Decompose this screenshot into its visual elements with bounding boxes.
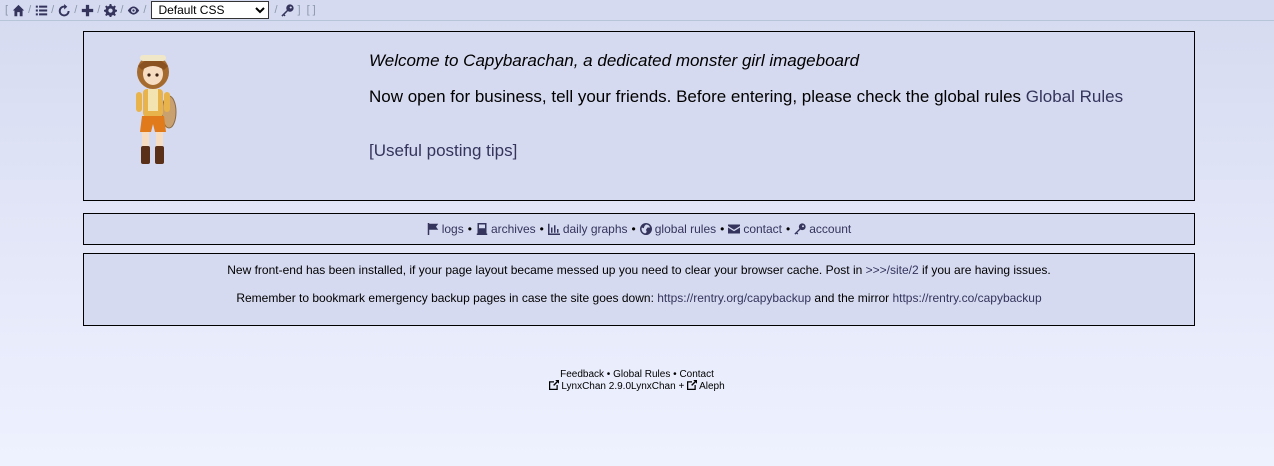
list-icon[interactable] <box>34 3 48 17</box>
aleph-label: Aleph <box>699 381 725 392</box>
bullet-separator: • <box>606 369 611 380</box>
css-theme-select[interactable]: Default CSS <box>151 1 270 19</box>
eye-icon[interactable] <box>126 3 140 17</box>
bullet-separator: • <box>631 222 636 236</box>
footer-links-row: Feedback • Global Rules • Contact <box>0 369 1274 380</box>
global-rules-link[interactable]: Global Rules <box>1026 87 1123 106</box>
aleph-link[interactable]: Aleph <box>687 380 725 392</box>
lynxchan-label: LynxChan 2.9.0LynxChan <box>561 381 676 392</box>
news-text: New front-end has been installed, if you… <box>227 263 866 277</box>
welcome-panel: Welcome to Capybarachan, a dedicated mon… <box>83 31 1195 201</box>
empty-brackets: [ ] <box>306 4 316 16</box>
separator: / <box>51 4 55 16</box>
footer-engine-row: LynxChan 2.9.0LynxChan + Aleph <box>0 380 1274 392</box>
chart-icon <box>547 223 560 235</box>
welcome-title: Welcome to Capybarachan, a dedicated mon… <box>369 51 860 70</box>
open-bracket: [ <box>5 4 9 16</box>
archive-icon <box>476 223 488 235</box>
news-text: Remember to bookmark emergency backup pa… <box>236 291 658 305</box>
external-link-icon <box>687 380 698 390</box>
account-label: account <box>809 222 852 236</box>
backup-link[interactable]: https://rentry.org/capybackup <box>657 291 811 305</box>
global-rules-label: global rules <box>654 222 717 236</box>
key-icon <box>794 223 806 235</box>
separator: / <box>28 4 32 16</box>
news-cache-message: New front-end has been installed, if you… <box>84 263 1194 277</box>
global-rules-nav-link[interactable]: global rules <box>639 222 717 236</box>
bullet-separator: • <box>720 222 725 236</box>
envelope-icon <box>728 224 741 234</box>
news-text: and the mirror <box>811 291 893 305</box>
close-bracket: ] <box>297 4 301 16</box>
archives-link[interactable]: archives <box>476 222 536 236</box>
news-panel: New front-end has been installed, if you… <box>83 253 1195 326</box>
separator: / <box>74 4 78 16</box>
archives-label: archives <box>490 222 536 236</box>
posting-tips-link[interactable]: [Useful posting tips] <box>369 141 517 160</box>
gear-icon[interactable] <box>103 3 117 17</box>
site-links-panel: logs • archives • daily graphs • global … <box>83 213 1195 245</box>
bullet-separator: • <box>539 222 544 236</box>
welcome-message: Now open for business, tell your friends… <box>369 87 1123 107</box>
key-icon[interactable] <box>281 3 295 17</box>
separator: / <box>274 4 278 16</box>
contact-label: contact <box>743 222 783 236</box>
globe-icon <box>639 223 652 235</box>
daily-graphs-link[interactable]: daily graphs <box>547 222 628 236</box>
account-link[interactable]: account <box>794 222 851 236</box>
footer-global-rules-link[interactable]: Global Rules <box>613 369 670 380</box>
separator: / <box>143 4 147 16</box>
welcome-message-text: Now open for business, tell your friends… <box>369 87 1022 106</box>
daily-graphs-label: daily graphs <box>562 222 628 236</box>
feedback-link[interactable]: Feedback <box>560 369 604 380</box>
mirror-link[interactable]: https://rentry.co/capybackup <box>892 291 1041 305</box>
logs-link[interactable]: logs <box>427 222 464 236</box>
external-link-icon <box>549 380 560 390</box>
bullet-separator: • <box>467 222 472 236</box>
news-backup-message: Remember to bookmark emergency backup pa… <box>84 291 1194 305</box>
bullet-separator: • <box>786 222 791 236</box>
bullet-separator: • <box>673 369 677 380</box>
separator: / <box>120 4 124 16</box>
plus-icon[interactable] <box>80 3 94 17</box>
news-text: if you are having issues. <box>918 263 1051 277</box>
plus-separator: + <box>678 381 685 392</box>
footer-contact-link[interactable]: Contact <box>679 369 713 380</box>
contact-link[interactable]: contact <box>728 222 782 236</box>
recycle-icon[interactable] <box>57 3 71 17</box>
home-icon[interactable] <box>11 3 25 17</box>
lynxchan-link[interactable]: LynxChan 2.9.0LynxChan <box>549 380 678 392</box>
flag-icon <box>427 223 438 235</box>
footer: Feedback • Global Rules • Contact LynxCh… <box>0 369 1274 392</box>
top-navigation-bar: [ / / / / / / Default CSS / ] [ ] <box>0 0 1274 21</box>
mascot-image <box>136 55 177 164</box>
site-thread-link[interactable]: >>>/site/2 <box>866 263 919 277</box>
logs-label: logs <box>441 222 464 236</box>
separator: / <box>97 4 101 16</box>
